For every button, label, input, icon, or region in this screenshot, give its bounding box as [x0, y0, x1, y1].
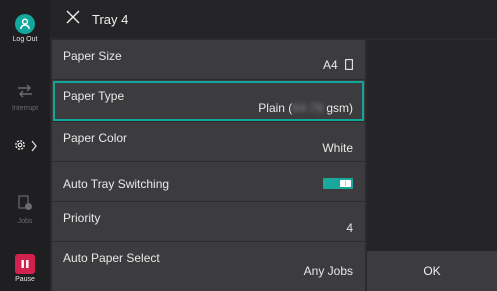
paper-type-suffix: gsm) — [323, 101, 353, 115]
logout-button[interactable]: Log Out — [0, 14, 50, 43]
ok-button[interactable]: OK — [367, 251, 497, 291]
setting-auto-tray-switching[interactable]: Auto Tray Switching — [52, 162, 365, 202]
setting-paper-type[interactable]: Paper Type Plain (64-79 gsm) — [52, 80, 365, 122]
paper-weight-obscured: 64-79 — [292, 101, 323, 115]
jobs-label: Jobs — [17, 218, 33, 225]
setting-value: 4 — [346, 221, 353, 235]
setting-label: Priority — [63, 211, 101, 225]
title-bar: Tray 4 — [50, 0, 497, 38]
interrupt-button[interactable]: Interrupt — [0, 84, 50, 112]
setting-value: White — [322, 141, 353, 155]
page-title: Tray 4 — [92, 11, 129, 27]
setting-value: Plain (64-79 gsm) — [258, 101, 353, 115]
jobs-icon — [17, 195, 33, 216]
setting-auto-paper-select[interactable]: Auto Paper Select Any Jobs — [52, 242, 365, 291]
paper-size-value: A4 — [322, 58, 338, 72]
toggle-knob — [340, 180, 351, 187]
setting-label: Paper Type — [63, 89, 125, 103]
empty-right-pane — [367, 40, 497, 251]
pause-label: Pause — [15, 276, 35, 283]
user-logout-icon — [15, 14, 35, 34]
portrait-paper-icon — [345, 59, 353, 73]
close-icon — [66, 10, 80, 29]
auto-tray-switching-toggle[interactable] — [323, 178, 353, 189]
chevron-right-icon — [31, 139, 37, 157]
paper-type-prefix: Plain ( — [258, 101, 293, 115]
setting-label: Paper Size — [63, 49, 122, 63]
setting-paper-color[interactable]: Paper Color White — [52, 122, 365, 162]
setting-label: Paper Color — [63, 131, 128, 145]
tray-settings-list: Paper Size A4 Paper Type Plain (64-79 gs… — [52, 40, 365, 291]
setting-value: Any Jobs — [303, 264, 353, 278]
setting-value: A4 — [323, 58, 353, 73]
setting-label: Auto Paper Select — [63, 251, 160, 265]
settings-button[interactable] — [0, 138, 50, 157]
setting-label: Auto Tray Switching — [63, 177, 170, 191]
pause-button[interactable]: Pause — [0, 254, 50, 283]
setting-paper-size[interactable]: Paper Size A4 — [52, 40, 365, 80]
jobs-button[interactable]: Jobs — [0, 195, 50, 225]
interrupt-icon — [16, 84, 34, 103]
setting-priority[interactable]: Priority 4 — [52, 202, 365, 242]
interrupt-label: Interrupt — [11, 105, 39, 112]
pause-icon — [15, 254, 35, 274]
side-rail: Log Out Interrupt Jobs Pause — [0, 0, 50, 291]
close-button[interactable] — [56, 0, 90, 38]
logout-label: Log Out — [12, 36, 38, 43]
gear-icon — [13, 138, 27, 157]
